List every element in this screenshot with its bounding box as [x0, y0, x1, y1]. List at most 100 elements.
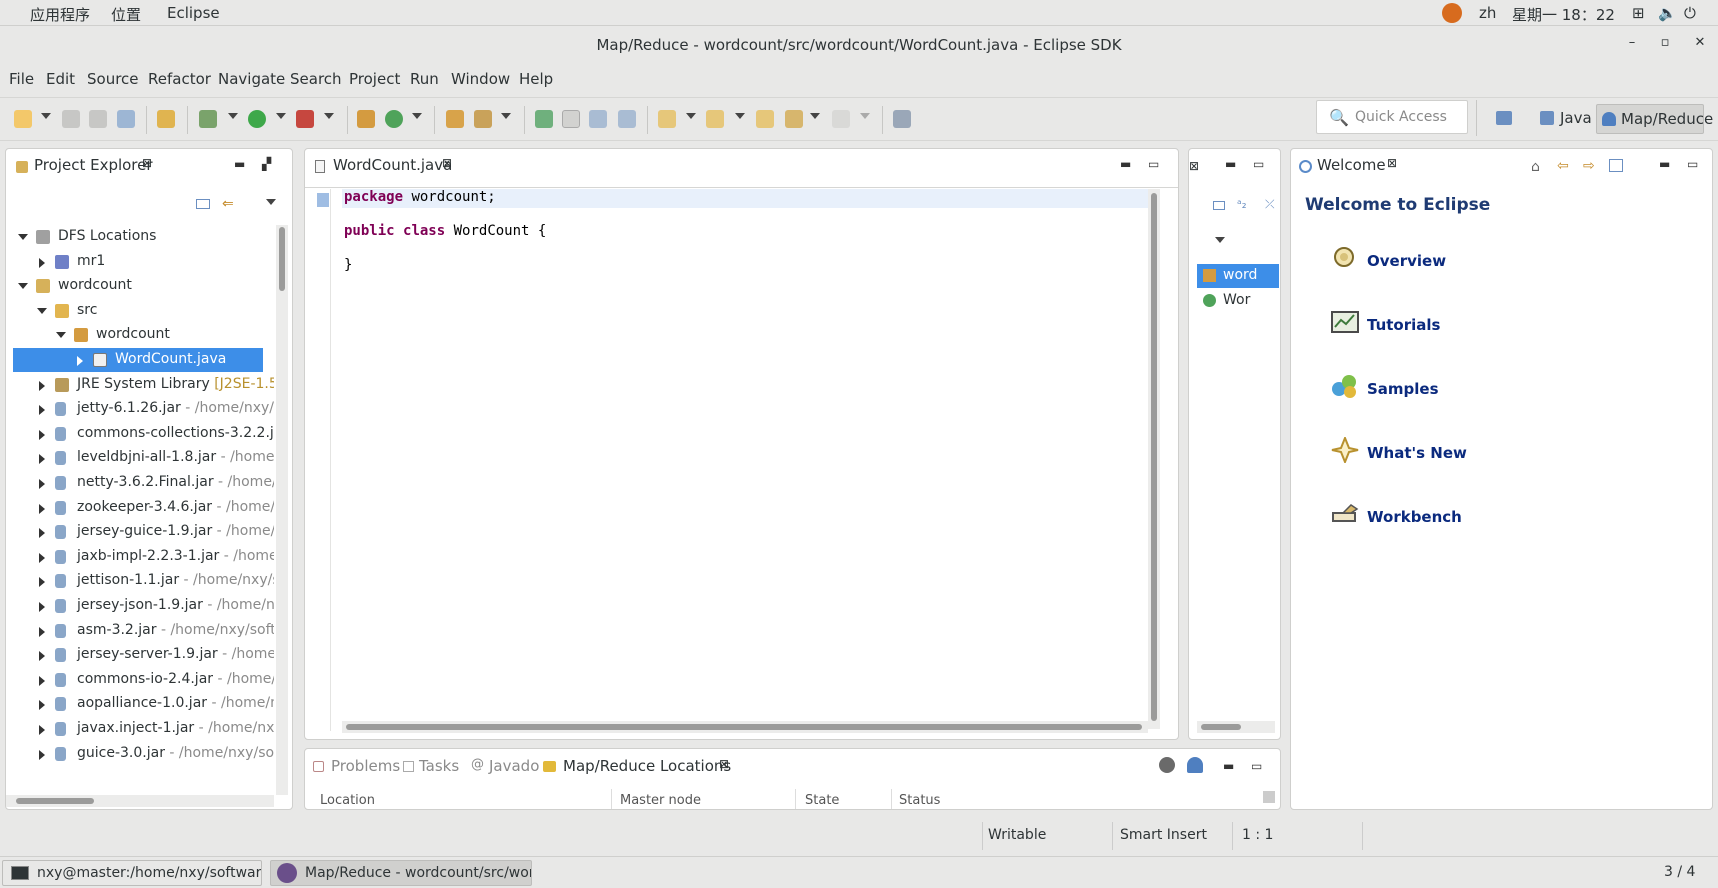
expand-arrow-icon[interactable] [39, 503, 45, 514]
debug-dropdown-icon[interactable] [228, 113, 238, 119]
volume-icon[interactable]: 🔈 [1658, 4, 1677, 22]
new-dropdown-icon[interactable] [41, 113, 51, 119]
column-master-node[interactable]: Master node [620, 793, 701, 808]
expand-arrow-icon[interactable] [39, 602, 45, 612]
app-menu[interactable]: Eclipse [167, 4, 220, 22]
tree-item[interactable]: jaxb-impl-2.2.3-1.jar - /home/n [6, 545, 274, 569]
outline-item-package[interactable]: word [1197, 264, 1279, 288]
new-java-class-icon[interactable] [385, 110, 403, 128]
expand-arrow-icon[interactable] [39, 651, 45, 662]
perspective-mapreduce[interactable]: Map/Reduce [1596, 104, 1713, 134]
tree-item[interactable]: jetty-6.1.26.jar - /home/nxy/sof [6, 397, 274, 421]
tree-item[interactable]: leveldbjni-all-1.8.jar - /home/nx [6, 446, 274, 470]
external-tools-icon[interactable] [296, 110, 314, 128]
code-line-3[interactable]: public class WordCount { [344, 223, 546, 243]
expand-arrow-icon[interactable] [39, 380, 45, 391]
tree-item[interactable]: DFS Locations [6, 225, 274, 249]
workbench-link[interactable]: Workbench [1331, 501, 1531, 535]
expand-arrow-icon[interactable] [39, 528, 45, 539]
tree-item[interactable]: jettison-1.1.jar - /home/nxy/sof [6, 569, 274, 593]
tab-wordcount-java[interactable]: WordCount.java ⊠ [309, 153, 459, 179]
open-perspective-icon[interactable] [1496, 111, 1512, 125]
maximize-bottom-panel-button[interactable]: ▭ [1251, 759, 1262, 773]
code-line-5[interactable]: } [344, 257, 352, 277]
tree-item[interactable]: guice-3.0.jar - /home/nxy/softv [6, 742, 274, 766]
tree-item[interactable]: zookeeper-3.4.6.jar - /home/nx [6, 496, 274, 520]
back-arrow-icon[interactable]: ⇦ [1557, 158, 1569, 174]
print-icon[interactable] [117, 110, 135, 128]
tree-item[interactable]: commons-collections-3.2.2.jar [6, 422, 274, 446]
menu-project[interactable]: Project [349, 70, 400, 88]
expand-arrow-icon[interactable] [39, 552, 45, 563]
tab-project-explorer[interactable]: Project Explorer ⊠ [12, 153, 162, 179]
tree-item[interactable]: wordcount [6, 274, 274, 298]
minimize-welcome-button[interactable]: ▬ [1659, 157, 1670, 171]
maximize-outline-button[interactable]: ▭ [1253, 157, 1264, 171]
expand-arrow-icon[interactable] [39, 405, 45, 416]
collapse-arrow-icon[interactable] [18, 234, 28, 240]
editor-vertical-scroll-thumb[interactable] [1151, 193, 1157, 721]
tree-item[interactable]: asm-3.2.jar - /home/nxy/softwa [6, 619, 274, 643]
forward-arrow-icon[interactable]: ⇨ [1583, 158, 1595, 174]
outline-horizontal-scrollbar[interactable] [1197, 721, 1275, 733]
tree-item[interactable]: javax.inject-1.jar - /home/nxy/s [6, 717, 274, 741]
taskbar-item-eclipse[interactable]: Map/Reduce - wordcount/src/word… [270, 860, 532, 886]
tree-item[interactable]: src [6, 299, 274, 323]
debug-icon[interactable] [199, 110, 217, 128]
expand-arrow-icon[interactable] [39, 700, 45, 711]
close-icon[interactable]: ⊠ [1189, 159, 1199, 173]
prev-location-dropdown-icon[interactable] [735, 113, 745, 119]
run-icon[interactable] [248, 110, 266, 128]
workspace-indicator[interactable]: 3 / 4 [1650, 860, 1714, 886]
external-tools-dropdown-icon[interactable] [324, 113, 334, 119]
editor-horizontal-scroll-thumb[interactable] [346, 724, 1142, 730]
maximize-editor-button[interactable]: ▭ [1148, 157, 1159, 171]
clock[interactable]: 星期一 18：22 [1512, 4, 1615, 25]
tree-item[interactable]: jersey-guice-1.9.jar - /home/nx [6, 520, 274, 544]
expand-arrow-icon[interactable] [39, 749, 45, 760]
tree-horizontal-scrollbar[interactable] [6, 795, 274, 807]
tab-tasks[interactable]: Tasks [399, 753, 461, 779]
tree-item[interactable]: commons-io-2.4.jar - /home/nx [6, 668, 274, 692]
menu-help[interactable]: Help [519, 70, 553, 88]
next-annotation-icon[interactable] [535, 110, 553, 128]
restore-welcome-icon[interactable] [1609, 159, 1623, 172]
forward-icon[interactable] [832, 110, 850, 128]
minimize-bottom-panel-button[interactable]: ▬ [1223, 759, 1234, 773]
maximize-welcome-button[interactable]: ▭ [1687, 157, 1698, 171]
outline-item-class[interactable]: Wor [1197, 289, 1279, 313]
expand-arrow-icon[interactable] [39, 429, 45, 440]
next-location-dropdown-icon[interactable] [686, 113, 696, 119]
close-icon[interactable]: ⊠ [442, 156, 452, 170]
menu-refactor[interactable]: Refactor [148, 70, 211, 88]
tab-mapreduce-locations[interactable]: Map/Reduce Locations ⊠ [539, 753, 739, 779]
open-type-icon[interactable] [446, 110, 464, 128]
expand-arrow-icon[interactable] [39, 257, 45, 268]
language-indicator[interactable]: zh [1479, 4, 1496, 22]
menu-navigate[interactable]: Navigate [218, 70, 285, 88]
new-java-package-icon[interactable] [357, 110, 375, 128]
pin-editor-icon[interactable] [893, 110, 911, 128]
hide-fields-icon[interactable]: ⤫ [1265, 197, 1275, 212]
show-whitespace-icon[interactable] [618, 110, 636, 128]
expand-arrow-icon[interactable] [39, 479, 45, 489]
tree-vertical-scrollbar[interactable] [276, 225, 288, 795]
maximize-window-button[interactable]: ▫ [1655, 35, 1675, 55]
input-method-icon[interactable] [1442, 3, 1462, 23]
tree-item[interactable]: aopalliance-1.0.jar - /home/ny [6, 692, 274, 716]
menu-edit[interactable]: Edit [46, 70, 75, 88]
expand-arrow-icon[interactable] [39, 725, 45, 735]
editor-vertical-scrollbar[interactable] [1148, 189, 1160, 729]
editor-horizontal-scrollbar[interactable] [342, 721, 1148, 733]
close-window-button[interactable]: ✕ [1690, 35, 1710, 55]
toggle-breakpoint-icon[interactable] [157, 110, 175, 128]
menu-window[interactable]: Window [451, 70, 510, 88]
menu-search[interactable]: Search [290, 70, 342, 88]
close-icon[interactable]: ⊠ [1387, 156, 1397, 170]
tab-welcome[interactable]: Welcome ⊠ [1295, 153, 1405, 179]
horizontal-scroll-thumb[interactable] [16, 798, 94, 804]
tree-item[interactable]: JRE System Library [J2SE-1.5] [6, 373, 274, 397]
view-menu-icon[interactable] [266, 199, 276, 205]
minimize-outline-button[interactable]: ▬ [1225, 157, 1236, 171]
menu-run[interactable]: Run [410, 70, 439, 88]
